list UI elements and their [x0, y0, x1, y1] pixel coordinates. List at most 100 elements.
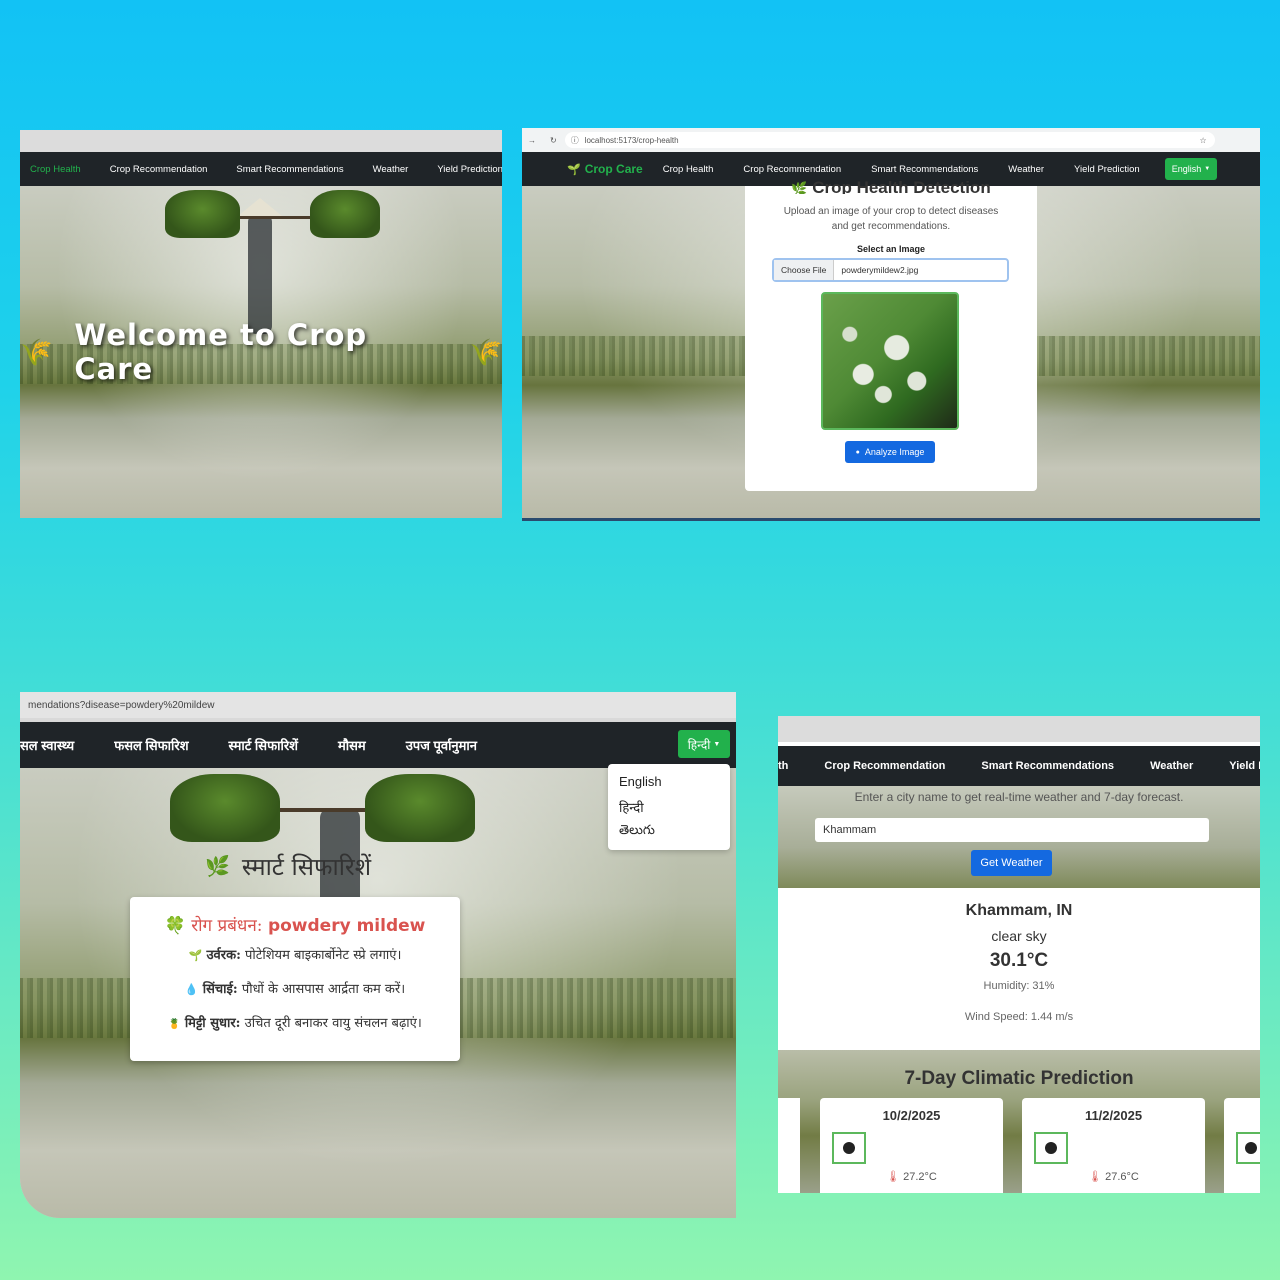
city-input[interactable]: Khammam [815, 818, 1209, 842]
navbar: Crop Health Crop Recommendation Smart Re… [20, 152, 502, 186]
file-input[interactable]: Choose File powderymildew2.jpg [772, 258, 1009, 282]
nav-smart-recommendations[interactable]: Smart Recommendations [871, 164, 978, 175]
water-drop-icon: 💧 [184, 983, 199, 996]
wheat-icon: 🌾 [469, 336, 502, 367]
forecast-card-partial [778, 1098, 800, 1193]
wind-speed: Wind Speed: 1.44 m/s [964, 1011, 1074, 1023]
nav-crop-recommendation[interactable]: Crop Recommendation [743, 164, 841, 175]
browser-bar [20, 130, 502, 152]
nav-weather[interactable]: मौसम [338, 736, 366, 754]
pineapple-icon: 🍍 [168, 1019, 181, 1030]
crop-health-card: 🌿 Crop Health Detection Upload an image … [745, 178, 1037, 491]
page-title: 🌿 Crop Health Detection [791, 178, 991, 194]
navbar: सल स्वास्थ्य फसल सिफारिश स्मार्ट सिफारिश… [20, 722, 736, 768]
nav-yield-prediction[interactable]: Yield Prediction [437, 164, 502, 175]
nav-crop-recommendation[interactable]: Crop Recommendation [110, 164, 208, 175]
thermometer-icon: 🌡 [1088, 1171, 1103, 1183]
language-option-english[interactable]: English [619, 774, 662, 789]
nav-yield-prediction[interactable]: उपज पूर्वानुमान [406, 736, 477, 754]
nav-weather[interactable]: Weather [1008, 164, 1044, 175]
analyze-icon: ● [855, 448, 860, 456]
seedling-bundle-right [310, 190, 380, 238]
language-dropdown-menu: English हिन्दी తెలుగు [608, 764, 730, 850]
browser-bar [778, 716, 1260, 742]
recommendation-irrigation: 💧 सिंचाई: पौधों के आसपास आर्द्रता कम करे… [184, 982, 406, 997]
language-option-telugu[interactable]: తెలుగు [619, 822, 655, 841]
nav-crop-health[interactable]: th [778, 760, 788, 772]
language-option-hindi[interactable]: हिन्दी [619, 798, 644, 816]
nav-smart-recommendations[interactable]: स्मार्ट सिफारिशें [229, 736, 298, 754]
hero-title: 🌾 Welcome to Crop Care 🌾 [20, 318, 502, 386]
leaf-icon: 🌿 [791, 181, 808, 194]
thermometer-icon: 🌡 [886, 1171, 901, 1183]
weather-icon [1236, 1132, 1260, 1164]
info-icon: ⓘ [570, 135, 579, 145]
nav-weather[interactable]: Weather [1150, 760, 1193, 772]
browser-bar: → ↻ ⓘ localhost:5173/crop-health ☆ [522, 128, 1260, 152]
instruction-text: Enter a city name to get real-time weath… [854, 790, 1184, 804]
wheat-icon: 🌾 [20, 336, 53, 367]
location: Khammam, IN [965, 902, 1073, 919]
forecast-date: 11/2/2025 [1084, 1108, 1143, 1123]
file-name: powderymildew2.jpg [841, 265, 919, 275]
panel-smart-recommendations: mendations?disease=powdery%20mildew सल स… [20, 692, 736, 1218]
forecast-card: 11/2/2025 🌡 27.6°C [1022, 1098, 1205, 1193]
page-title: 🌿 स्मार्ट सिफारिशें [205, 853, 372, 881]
get-weather-button[interactable]: Get Weather [971, 850, 1052, 876]
address-bar[interactable]: ⓘ localhost:5173/crop-health ☆ [564, 132, 1215, 148]
language-dropdown-button[interactable]: हिन्दी ▼ [678, 730, 730, 758]
nav-crop-health[interactable]: सल स्वास्थ्य [20, 736, 74, 754]
weather-hero-top: Enter a city name to get real-time weath… [778, 786, 1260, 888]
nav-crop-recommendation[interactable]: Crop Recommendation [824, 760, 945, 772]
nav-yield-prediction[interactable]: Yield Pre [1229, 760, 1260, 772]
weather-icon [1034, 1132, 1068, 1164]
subtitle: Upload an image of your crop to detect d… [783, 206, 999, 232]
nav-crop-health[interactable]: Crop Health [663, 164, 714, 175]
nav-weather[interactable]: Weather [373, 164, 409, 175]
recommendation-fertilizer: 🌱 उर्वरक: पोटेशियम बाइकार्बोनेट स्प्रे ल… [188, 948, 402, 963]
herb-icon: 🌿 [205, 856, 230, 878]
analyze-image-button[interactable]: ● Analyze Image [845, 441, 935, 463]
temperature: 30.1°C [989, 950, 1049, 971]
farmer-hat [238, 198, 282, 216]
back-icon[interactable]: → [528, 136, 536, 145]
seedling-bundle-left [165, 190, 240, 238]
brand[interactable]: 🌱 Crop Care [567, 162, 643, 176]
humidity: Humidity: 31% [983, 980, 1055, 992]
panel-weather: th Crop Recommendation Smart Recommendat… [778, 716, 1260, 1193]
forecast-date: 10/2/2025 [882, 1108, 941, 1123]
seedling-bundle-left [170, 774, 280, 842]
nav-smart-recommendations[interactable]: Smart Recommendations [981, 760, 1114, 772]
caret-down-icon: ▼ [713, 740, 721, 748]
forecast-card: 10/2/2025 🌡 27.2°C [820, 1098, 1003, 1193]
current-weather: Khammam, IN clear sky 30.1°C Humidity: 3… [778, 888, 1260, 1048]
seedling-bundle-right [365, 774, 475, 842]
nav-smart-recommendations[interactable]: Smart Recommendations [236, 164, 343, 175]
panel-crop-health: → ↻ ⓘ localhost:5173/crop-health ☆ 🌱 Cro… [522, 128, 1260, 521]
leaf-icon: 🍀 [164, 916, 186, 936]
nav-yield-prediction[interactable]: Yield Prediction [1074, 164, 1140, 175]
farmer-figure [248, 214, 272, 334]
forecast-section: 7-Day Climatic Prediction 10/2/2025 🌡 27… [778, 1050, 1260, 1193]
condition: clear sky [991, 928, 1047, 944]
panel-welcome: Crop Health Crop Recommendation Smart Re… [20, 130, 502, 518]
recommendation-soil: 🍍 मिट्टी सुधार: उचित दूरी बनाकर वायु संच… [168, 1016, 422, 1031]
reload-icon[interactable]: ↻ [550, 136, 557, 145]
nav-crop-health[interactable]: Crop Health [30, 164, 81, 175]
nav-crop-recommendation[interactable]: फसल सिफारिश [114, 736, 188, 754]
seedling-icon: 🌱 [188, 949, 203, 962]
hero-background: 🌾 Welcome to Crop Care 🌾 [20, 186, 502, 518]
navbar: th Crop Recommendation Smart Recommendat… [778, 746, 1260, 786]
select-label: Select an Image [856, 244, 926, 254]
seedling-icon: 🌱 [567, 163, 581, 176]
leaf-preview-image [821, 292, 959, 430]
choose-file-button[interactable]: Choose File [774, 260, 835, 280]
weather-icon [832, 1132, 866, 1164]
caret-down-icon: ▼ [1204, 166, 1211, 172]
forecast-temp: 🌡 27.6°C [1088, 1171, 1139, 1183]
browser-bar: mendations?disease=powdery%20mildew [20, 692, 736, 718]
forecast-temp: 🌡 27.2°C [886, 1171, 937, 1183]
recommendation-card: 🍀 रोग प्रबंधन: powdery mildew 🌱 उर्वरक: … [130, 897, 460, 1061]
language-dropdown-button[interactable]: English ▼ [1165, 158, 1217, 180]
star-icon[interactable]: ☆ [1200, 136, 1207, 145]
